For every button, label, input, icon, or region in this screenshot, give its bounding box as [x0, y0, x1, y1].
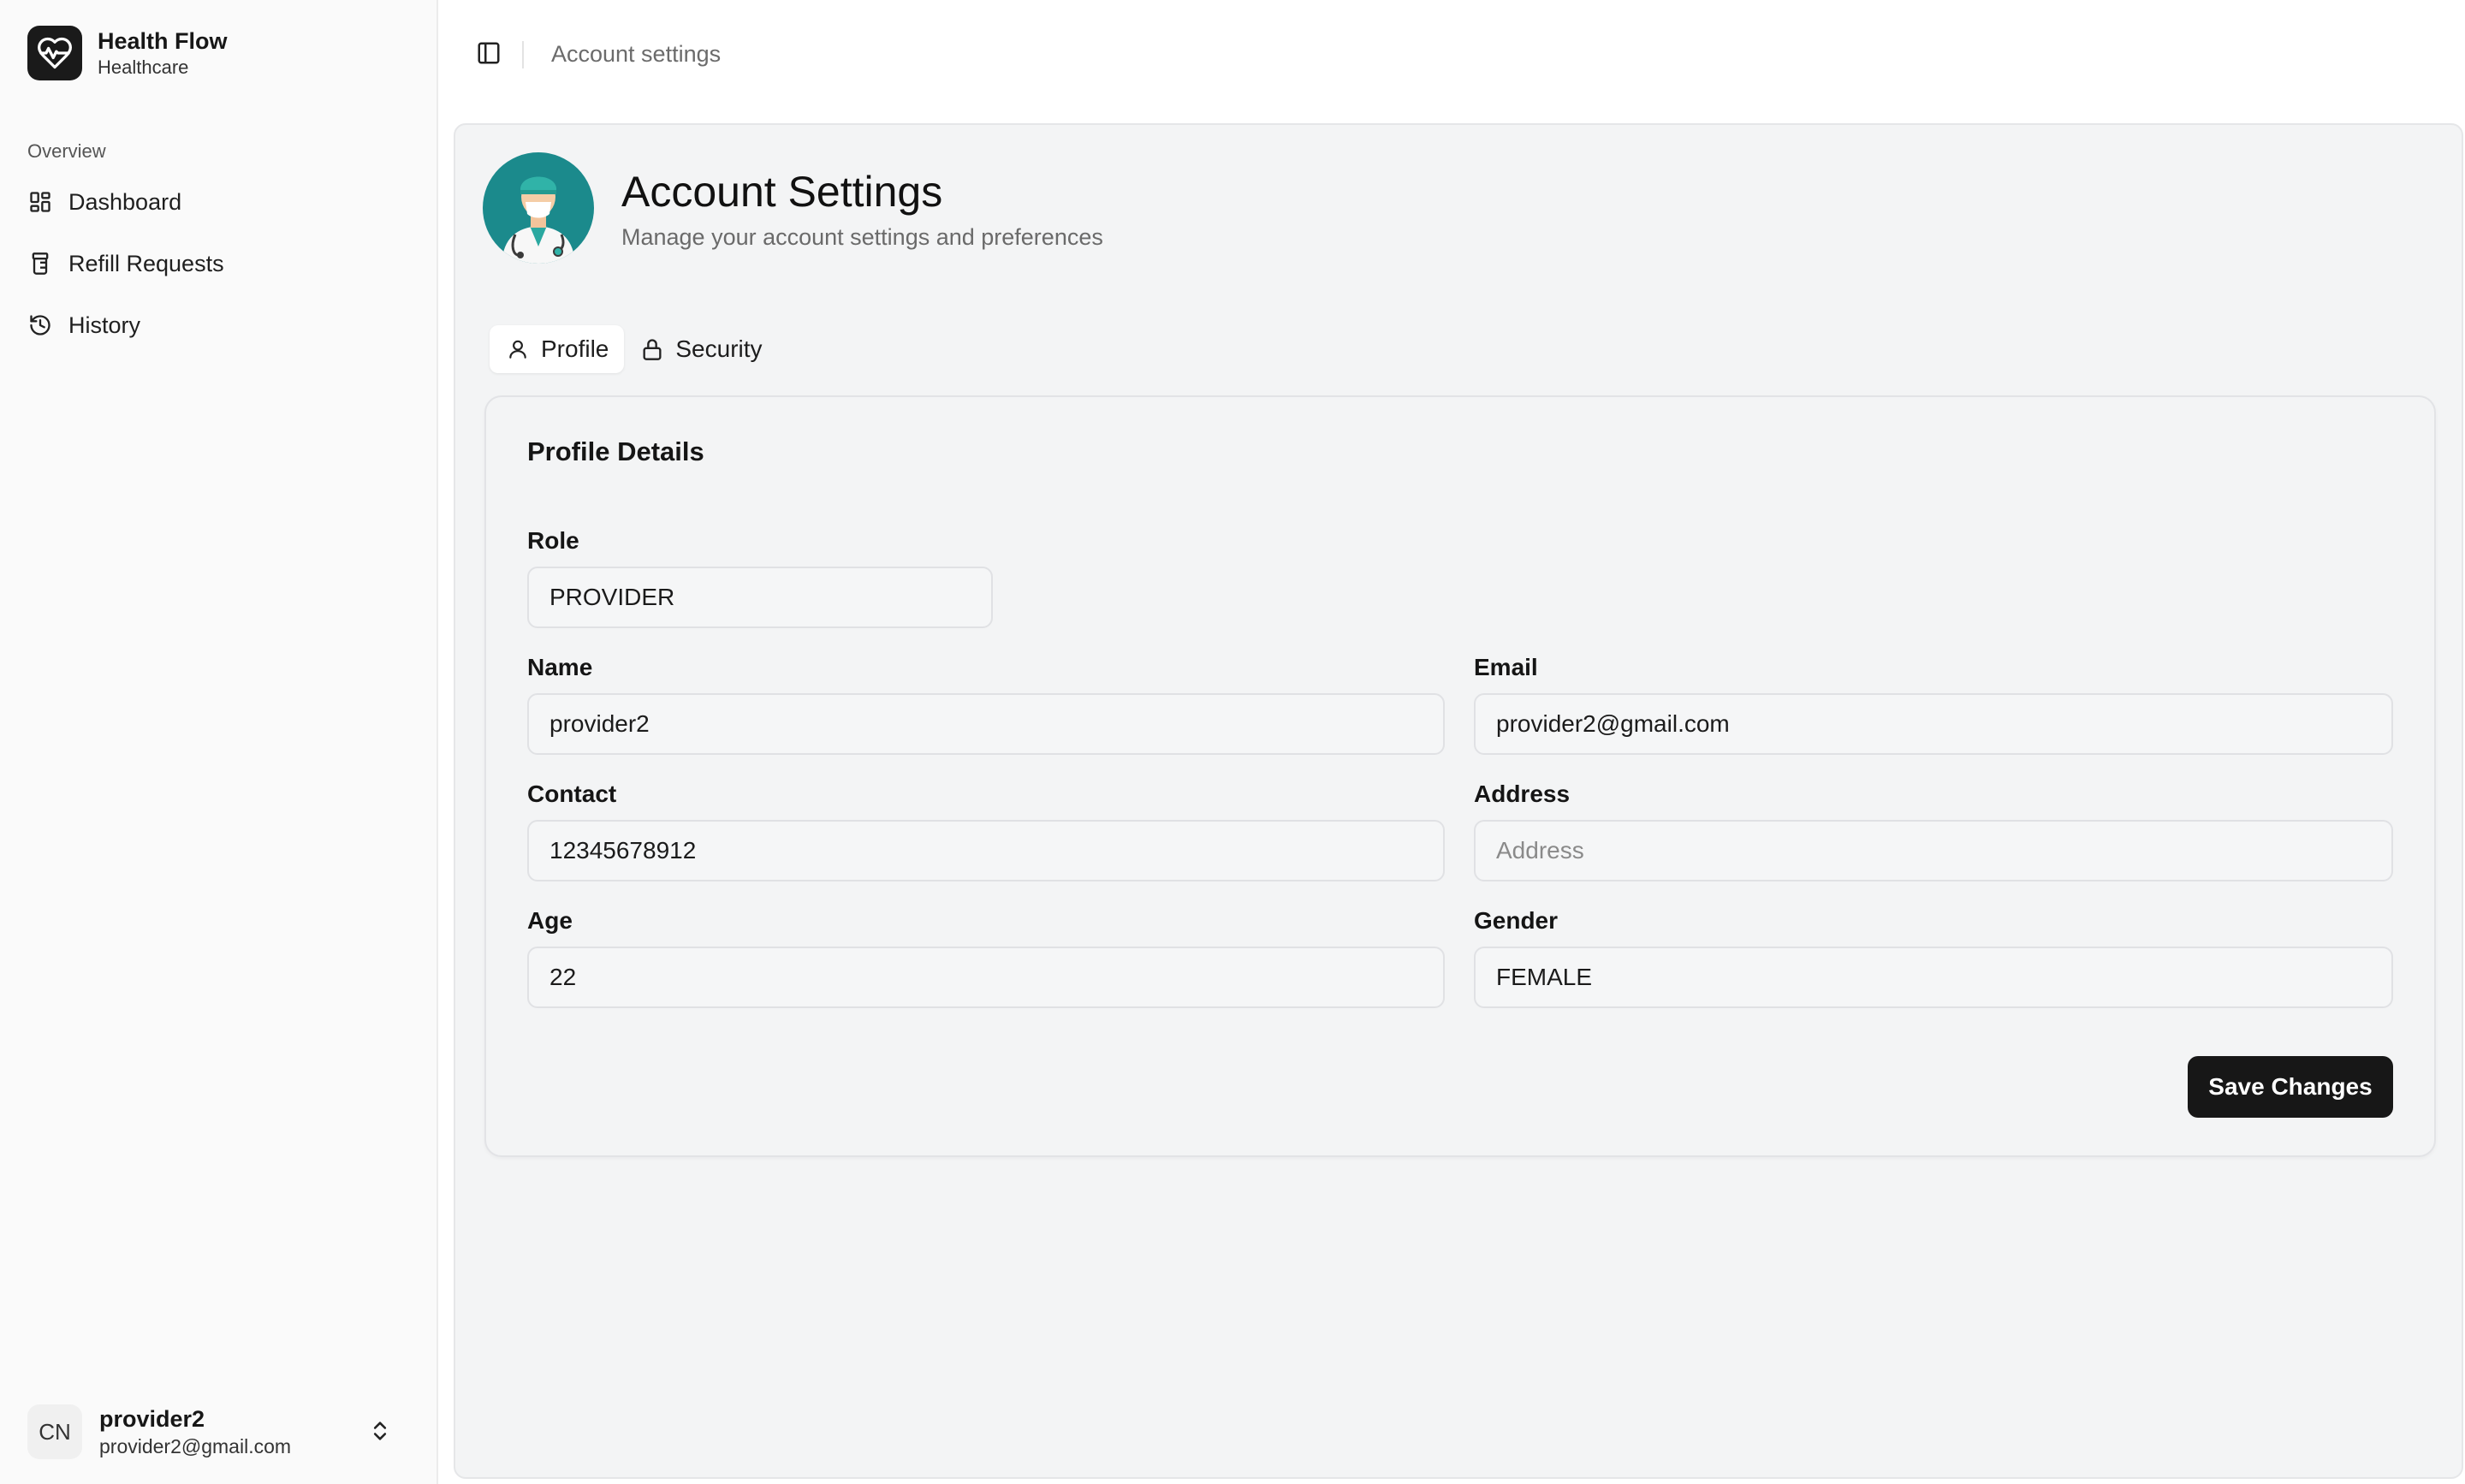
panel-left-icon [476, 40, 502, 70]
tab-label: Profile [541, 335, 609, 362]
chevrons-up-down-icon [368, 1417, 392, 1449]
history-icon [27, 312, 53, 338]
user-name: provider2 [99, 1406, 205, 1432]
pill-bottle-icon [27, 251, 53, 276]
sidebar-toggle-button[interactable] [469, 38, 508, 72]
page-header: Account Settings Manage your account set… [483, 152, 1103, 264]
name-field[interactable] [527, 693, 1445, 755]
profile-details-card: Profile Details Role Name Email Contact … [484, 395, 2436, 1157]
email-label: Email [1474, 654, 1538, 680]
breadcrumb: Account settings [551, 41, 722, 67]
sidebar-item-refill-requests[interactable]: Refill Requests [17, 236, 419, 291]
tab-profile[interactable]: Profile [490, 325, 625, 373]
dashboard-grid-icon [27, 189, 53, 215]
address-field[interactable] [1474, 820, 2393, 881]
heart-pulse-icon [27, 26, 82, 80]
card-title: Profile Details [527, 436, 704, 466]
name-label: Name [527, 654, 593, 680]
sidebar-nav: Dashboard Refill Requests History [17, 175, 419, 359]
user-email: provider2@gmail.com [99, 1435, 292, 1457]
brand-name: Health Flow [98, 28, 228, 54]
age-field[interactable] [527, 947, 1445, 1008]
divider [522, 41, 524, 68]
sidebar-item-dashboard[interactable]: Dashboard [17, 175, 419, 229]
top-bar: Account settings [440, 0, 2465, 111]
contact-field[interactable] [527, 820, 1445, 881]
brand[interactable]: Health Flow Healthcare [27, 26, 228, 80]
age-label: Age [527, 907, 573, 934]
gender-label: Gender [1474, 907, 1559, 934]
settings-tabs: Profile Security [490, 325, 778, 373]
save-changes-button[interactable]: Save Changes [2188, 1056, 2393, 1118]
tab-security[interactable]: Security [624, 325, 777, 373]
avatar: CN [27, 1404, 82, 1459]
sidebar-item-history[interactable]: History [17, 298, 419, 353]
tab-label: Security [675, 335, 763, 362]
address-label: Address [1474, 781, 1571, 807]
doctor-avatar [483, 152, 594, 264]
lock-icon [639, 336, 665, 362]
role-field[interactable] [527, 567, 993, 628]
contact-label: Contact [527, 781, 617, 807]
user-icon [505, 336, 531, 362]
main-panel: Account Settings Manage your account set… [454, 123, 2463, 1479]
email-field[interactable] [1474, 693, 2393, 755]
sidebar: Health Flow Healthcare Overview Dashboar… [0, 0, 438, 1484]
sidebar-item-label: Refill Requests [68, 250, 224, 276]
gender-field[interactable] [1474, 947, 2393, 1008]
sidebar-item-label: History [68, 312, 141, 338]
user-menu[interactable]: CN provider2 provider2@gmail.com [17, 1393, 419, 1470]
role-label: Role [527, 527, 579, 554]
page-title: Account Settings [621, 167, 943, 216]
sidebar-item-label: Dashboard [68, 188, 182, 215]
page-subtitle: Manage your account settings and prefere… [621, 223, 1103, 250]
nav-group-label: Overview [27, 140, 106, 162]
brand-subtitle: Healthcare [98, 56, 189, 78]
